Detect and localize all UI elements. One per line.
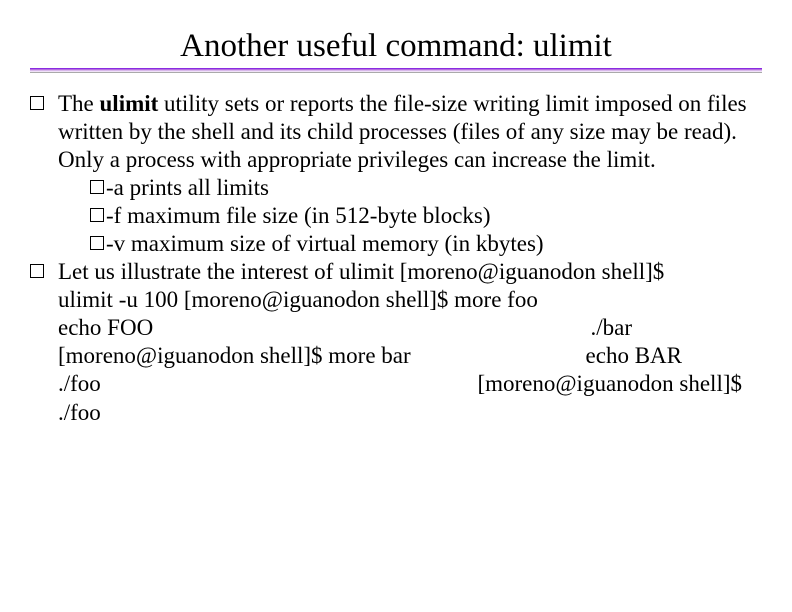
- term-line2: ulimit -u 100 [moreno@iguanodon shell]$ …: [58, 286, 762, 314]
- slide-body: The ulimit utility sets or reports the f…: [30, 90, 762, 427]
- p1-command: ulimit: [100, 91, 159, 116]
- term-line5-left: ./foo: [58, 370, 101, 398]
- term-line4-left: [moreno@iguanodon shell]$ more bar: [58, 342, 411, 370]
- bullet-item-1: The ulimit utility sets or reports the f…: [30, 90, 762, 174]
- sub-list: -a prints all limits -f maximum file siz…: [90, 174, 762, 258]
- bullet-item-2: Let us illustrate the interest of ulimit…: [30, 258, 762, 426]
- term-line5-right: [moreno@iguanodon shell]$: [477, 370, 742, 398]
- p1-pre: The: [58, 91, 100, 116]
- paragraph-2: Let us illustrate the interest of ulimit…: [58, 258, 762, 426]
- square-bullet-icon: [30, 96, 44, 110]
- p1-post: utility sets or reports the file-size wr…: [58, 91, 747, 172]
- square-bullet-icon: [90, 236, 104, 250]
- sub-item-v: -v maximum size of virtual memory (in kb…: [90, 230, 762, 258]
- sub-item-a: -a prints all limits: [90, 174, 762, 202]
- term-line3: echo FOO ./bar: [58, 314, 762, 342]
- term-line5: ./foo [moreno@iguanodon shell]$: [58, 370, 762, 398]
- slide: Another useful command: ulimit The ulimi…: [0, 0, 792, 612]
- square-bullet-icon: [30, 264, 44, 278]
- flag-f: -f: [106, 203, 121, 228]
- flag-v-desc: maximum size of virtual memory (in kbyte…: [125, 231, 543, 256]
- slide-title: Another useful command: ulimit: [30, 28, 762, 65]
- paragraph-1: The ulimit utility sets or reports the f…: [58, 90, 762, 174]
- square-bullet-icon: [90, 180, 104, 194]
- term-line3-left: echo FOO: [58, 314, 153, 342]
- flag-f-desc: maximum file size (in 512-byte blocks): [121, 203, 490, 228]
- term-line4-right: echo BAR: [586, 342, 682, 370]
- term-line3-right: ./bar: [590, 314, 632, 342]
- flag-a-desc: prints all limits: [124, 175, 269, 200]
- flag-v: -v: [106, 231, 125, 256]
- term-line1-right: [moreno@iguanodon shell]$: [400, 259, 665, 284]
- title-underline: [30, 68, 762, 72]
- term-line4: [moreno@iguanodon shell]$ more bar echo …: [58, 342, 762, 370]
- flag-a: -a: [106, 175, 124, 200]
- square-bullet-icon: [90, 208, 104, 222]
- term-line6: ./foo: [58, 399, 762, 427]
- bullet-item-2-block: Let us illustrate the interest of ulimit…: [60, 258, 762, 426]
- sub-item-f: -f maximum file size (in 512-byte blocks…: [90, 202, 762, 230]
- p2-lead: Let us illustrate the interest of ulimit: [58, 259, 400, 284]
